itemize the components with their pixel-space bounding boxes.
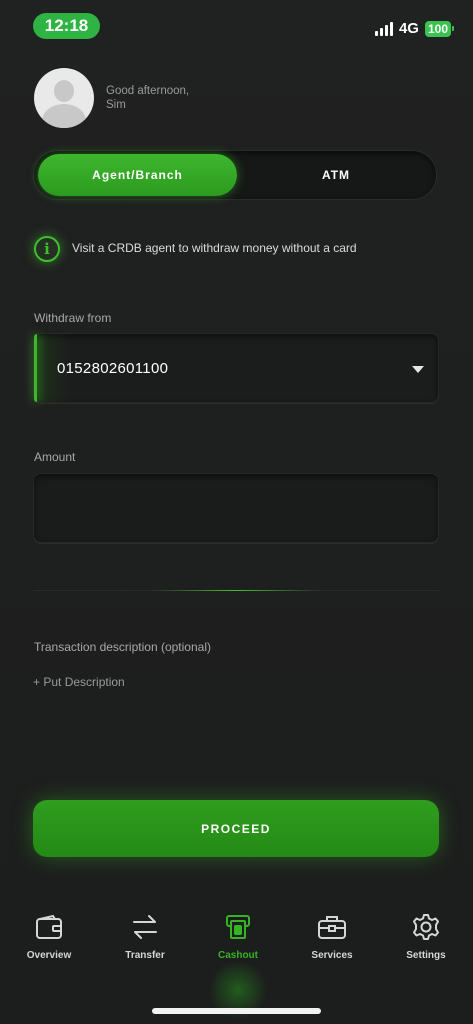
user-name: Sim [106, 99, 126, 111]
chevron-down-icon [412, 366, 424, 373]
wallet-icon [9, 912, 89, 942]
tab-agent-branch[interactable]: Agent/Branch [38, 154, 237, 196]
nav-overview[interactable]: Overview [9, 912, 89, 961]
info-text: Visit a CRDB agent to withdraw money wit… [72, 241, 357, 255]
greeting: Good afternoon, Sim [106, 84, 189, 112]
home-indicator[interactable] [152, 1008, 321, 1014]
cashout-icon [198, 912, 278, 942]
withdraw-method-toggle: Agent/Branch ATM [33, 150, 437, 200]
transfer-icon [105, 912, 185, 942]
bottom-nav: Overview Transfer Cashout Services Setti… [0, 900, 473, 990]
nav-label: Services [311, 950, 353, 961]
nav-transfer[interactable]: Transfer [105, 912, 185, 961]
nav-label: Cashout [218, 950, 258, 961]
signal-icon [374, 21, 393, 36]
status-indicators: 4G 100 [374, 20, 455, 37]
withdraw-from-label: Withdraw from [34, 311, 112, 325]
battery-icon: 100 [424, 20, 455, 37]
nav-cashout[interactable]: Cashout [198, 912, 278, 961]
account-select[interactable]: 0152802601100 [33, 333, 439, 403]
cashout-screen: 12:18 4G 100 Good afternoon, Sim Agent/B… [0, 0, 473, 1024]
briefcase-icon [292, 912, 372, 942]
amount-input[interactable] [33, 473, 439, 543]
description-label: Transaction description (optional) [34, 640, 211, 654]
status-time: 12:18 [33, 13, 100, 39]
account-number: 0152802601100 [57, 360, 169, 377]
nav-services[interactable]: Services [292, 912, 372, 961]
avatar[interactable] [34, 68, 94, 128]
avatar-body [42, 104, 86, 128]
greeting-text: Good afternoon, [106, 85, 190, 97]
gear-icon [386, 912, 466, 942]
tab-atm[interactable]: ATM [237, 154, 435, 196]
proceed-button[interactable]: PROCEED [33, 800, 439, 857]
nav-label: Transfer [125, 950, 165, 961]
amount-label: Amount [34, 450, 76, 464]
network-type: 4G [398, 20, 419, 37]
avatar-head [54, 80, 74, 102]
info-icon: i [34, 236, 60, 262]
nav-label: Overview [26, 950, 72, 961]
nav-settings[interactable]: Settings [386, 912, 466, 961]
divider [33, 590, 439, 591]
nav-label: Settings [406, 950, 446, 961]
add-description-link[interactable]: + Put Description [33, 675, 125, 689]
